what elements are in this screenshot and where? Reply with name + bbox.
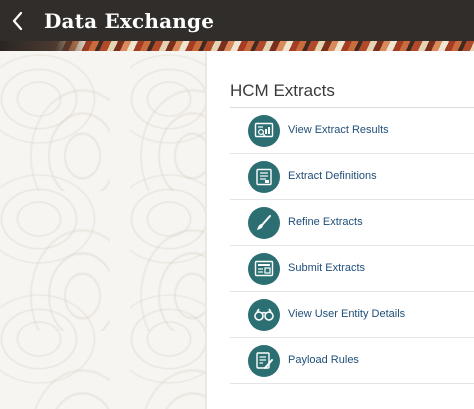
menu-item-extract-definitions[interactable]: Extract Definitions [230,154,474,200]
menu-item-submit-extracts[interactable]: Submit Extracts [230,246,474,292]
binoculars-icon [248,299,280,331]
document-list-icon [248,161,280,193]
form-submit-icon [248,253,280,285]
menu-item-label: Submit Extracts [288,262,366,274]
menu-item-label: View Extract Results [288,124,389,136]
menu-item-label: Extract Definitions [288,170,377,182]
menu-item-label: View User Entity Details [288,308,406,320]
menu-item-refine-extracts[interactable]: Refine Extracts [230,200,474,246]
extracts-menu: View Extract Results Extract Definitions [230,108,474,384]
back-button[interactable] [2,0,32,41]
brush-icon [248,207,280,239]
menu-item-label: Payload Rules [288,354,359,366]
left-decorative-panel [0,51,206,409]
section-title: HCM Extracts [230,81,335,100]
menu-item-view-extract-results[interactable]: View Extract Results [230,108,474,154]
document-edit-icon [248,345,280,377]
main-content: HCM Extracts View Extract Results Extrac… [207,51,474,409]
page-title: Data Exchange [44,8,215,33]
decorative-banner [0,41,474,51]
chevron-left-icon [12,11,23,30]
app-header: Data Exchange [0,0,474,41]
menu-item-view-user-entity-details[interactable]: View User Entity Details [230,292,474,338]
report-chart-icon [248,115,280,147]
menu-item-label: Refine Extracts [288,216,363,228]
menu-item-payload-rules[interactable]: Payload Rules [230,338,474,384]
